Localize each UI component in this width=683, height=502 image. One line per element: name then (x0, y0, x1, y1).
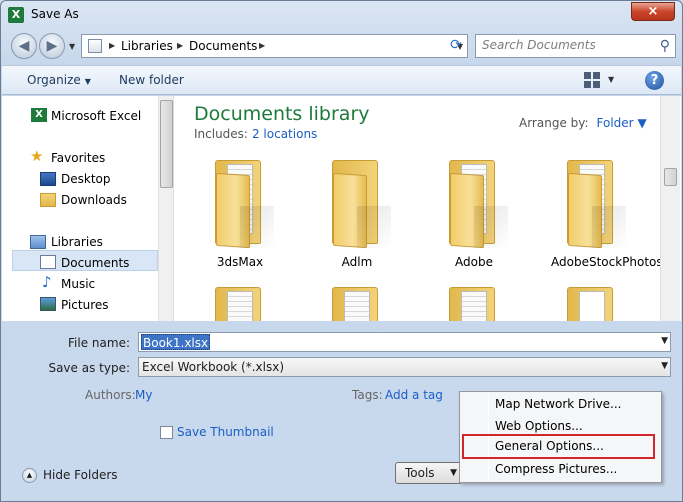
downloads-icon (40, 193, 56, 207)
library-title: Documents library (194, 103, 370, 125)
arrange-by-label: Arrange by: (519, 116, 589, 130)
folder-item[interactable] (424, 281, 524, 321)
locations-link[interactable]: 2 locations (252, 127, 317, 141)
file-name-label: File name: (68, 336, 130, 350)
chevron-up-icon: ▲ (22, 468, 37, 483)
menu-item-compress-pictures[interactable]: Compress Pictures... (461, 459, 660, 480)
tools-button[interactable]: Tools ▼ (395, 462, 462, 484)
chevron-down-icon: ▼ (450, 468, 457, 478)
toolbar: Organize ▼ New folder ▼ ? (2, 65, 681, 95)
sidebar-item-pictures[interactable]: Pictures (61, 298, 109, 312)
navigation-pane: X Microsoft Excel ★ Favorites Desktop Do… (2, 96, 174, 321)
tools-menu: Map Network Drive... Web Options... Gene… (459, 391, 662, 483)
save-type-select[interactable]: Excel Workbook (*.xlsx) ▼ (138, 357, 671, 377)
sidebar-item-microsoft-excel[interactable]: Microsoft Excel (51, 109, 141, 123)
new-folder-button[interactable]: New folder (119, 73, 184, 87)
title-bar: X Save As × (1, 1, 682, 29)
save-type-value: Excel Workbook (*.xlsx) (142, 360, 285, 374)
main-panes: X Microsoft Excel ★ Favorites Desktop Do… (2, 96, 681, 321)
folder-item[interactable]: Adlm (307, 154, 407, 274)
navigation-scrollbar[interactable] (158, 96, 173, 321)
menu-item-web-options[interactable]: Web Options... (461, 416, 660, 437)
sidebar-item-music[interactable]: Music (61, 277, 95, 291)
folder-item[interactable] (190, 281, 290, 321)
includes-label: Includes: (194, 127, 248, 141)
breadcrumb-documents[interactable]: Documents (189, 39, 257, 53)
save-thumbnail-checkbox[interactable] (160, 426, 173, 439)
arrange-by-dropdown[interactable]: Folder ▼ (597, 116, 647, 130)
close-button[interactable]: × (631, 2, 675, 21)
folder-item[interactable] (542, 281, 642, 321)
authors-field[interactable]: My (135, 388, 152, 402)
change-view-icon[interactable] (584, 72, 600, 88)
search-box: ⚲ (475, 34, 676, 58)
chevron-right-icon[interactable]: ▶ (177, 41, 183, 50)
navigation-bar: ◀ ▶ ▼ ▶ Libraries ▶ Documents ▶ ▼ ⟳ ⚲ (9, 32, 676, 60)
desktop-icon (40, 172, 56, 186)
file-name-field[interactable]: Book1.xlsx ▼ (138, 332, 671, 352)
folder-name: Adobe (455, 255, 493, 269)
search-input[interactable] (482, 38, 652, 52)
folder-item[interactable] (307, 281, 407, 321)
sidebar-item-documents[interactable]: Documents (61, 256, 129, 270)
folder-icon (88, 39, 102, 53)
chevron-right-icon[interactable]: ▶ (259, 41, 265, 50)
authors-label: Authors: (85, 388, 136, 402)
menu-item-general-options[interactable]: General Options... (462, 434, 655, 459)
sidebar-item-libraries[interactable]: Libraries (51, 235, 103, 249)
documents-icon (40, 255, 56, 269)
chevron-down-icon[interactable]: ▼ (661, 361, 668, 371)
help-icon[interactable]: ? (645, 71, 664, 90)
sidebar-item-downloads[interactable]: Downloads (61, 193, 127, 207)
libraries-icon (30, 235, 46, 249)
sidebar-item-favorites[interactable]: Favorites (51, 151, 105, 165)
forward-button[interactable]: ▶ (39, 33, 65, 59)
tags-label: Tags: (352, 388, 383, 402)
refresh-icon[interactable]: ⟳ (447, 36, 465, 54)
excel-icon: X (8, 7, 24, 23)
folder-name: Adlm (341, 255, 373, 269)
file-list: Documents library Includes: 2 locations A… (175, 96, 663, 321)
view-options-dropdown[interactable]: ▼ (608, 75, 614, 84)
save-thumbnail-label[interactable]: Save Thumbnail (177, 425, 274, 439)
hide-folders-button[interactable]: ▲ Hide Folders (22, 468, 118, 483)
file-name-value: Book1.xlsx (141, 334, 211, 350)
organize-button[interactable]: Organize ▼ (27, 73, 91, 87)
save-type-label: Save as type: (48, 361, 130, 375)
folder-item[interactable]: AdobeStockPhotos (542, 154, 663, 274)
menu-item-map-network-drive[interactable]: Map Network Drive... (461, 394, 660, 415)
folder-item[interactable]: 3dsMax (190, 154, 290, 274)
arrange-by: Arrange by: Folder ▼ (519, 116, 647, 130)
save-as-dialog: X Save As × ◀ ▶ ▼ ▶ Libraries ▶ Document… (0, 0, 683, 502)
hide-folders-label: Hide Folders (43, 468, 118, 482)
organize-label: Organize (27, 73, 81, 87)
breadcrumb-libraries[interactable]: Libraries (121, 39, 173, 53)
sidebar-item-desktop[interactable]: Desktop (61, 172, 111, 186)
folder-item[interactable]: Adobe (424, 154, 524, 274)
star-icon: ★ (30, 147, 44, 165)
search-icon[interactable]: ⚲ (660, 38, 670, 54)
arrow-left-icon: ◀ (18, 38, 30, 54)
folder-name: 3dsMax (216, 255, 264, 269)
arrow-right-icon: ▶ (46, 38, 58, 54)
folder-name: AdobeStockPhotos (551, 255, 663, 269)
music-icon: ♪ (42, 273, 52, 291)
scroll-thumb[interactable] (664, 168, 677, 186)
excel-icon: X (31, 108, 47, 122)
tags-field[interactable]: Add a tag (385, 388, 443, 402)
back-button[interactable]: ◀ (11, 33, 37, 59)
pictures-icon (40, 297, 56, 311)
chevron-down-icon: ▼ (84, 77, 91, 86)
recent-pages-dropdown[interactable]: ▼ (69, 42, 75, 51)
library-includes: Includes: 2 locations (194, 127, 317, 141)
chevron-right-icon[interactable]: ▶ (109, 41, 115, 50)
window-title: Save As (31, 7, 79, 21)
tools-label: Tools (405, 466, 435, 480)
address-bar[interactable]: ▶ Libraries ▶ Documents ▶ ▼ (81, 34, 468, 58)
chevron-down-icon[interactable]: ▼ (661, 336, 668, 346)
file-list-scrollbar[interactable] (660, 96, 680, 321)
scroll-thumb[interactable] (160, 100, 173, 188)
